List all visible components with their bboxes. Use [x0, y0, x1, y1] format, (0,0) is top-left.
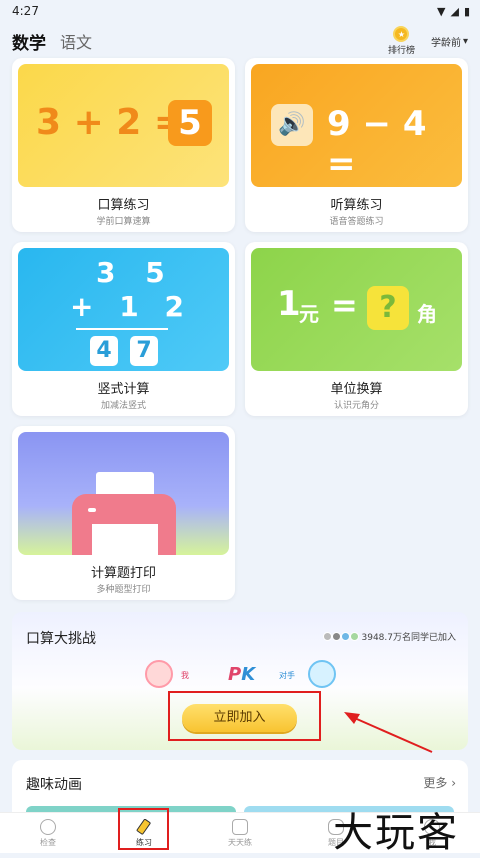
card-subtitle: 认识元角分 [333, 401, 379, 411]
vertical-mid: + 1 2 [70, 290, 192, 323]
unit-jiao: 角 [417, 302, 437, 326]
camera-icon [40, 818, 56, 835]
card-title: 计算题打印 [90, 566, 156, 581]
card-subtitle: 多种题型打印 [96, 585, 151, 595]
status-icons: ▼ ◢ ▮ [437, 5, 470, 18]
unit-left: 1 [277, 284, 301, 324]
me-label: 我 [181, 671, 189, 680]
listen-calc-equation: 9 − 4 = [327, 104, 427, 184]
tab-chinese[interactable]: 语文 [60, 29, 92, 53]
unit-convert-art: 1 元 = ? 角 [251, 248, 462, 371]
check-icon [232, 818, 248, 835]
vertical-answer-2: 7 [130, 336, 158, 366]
chevron-down-icon: ▾ [462, 35, 468, 47]
challenge-count-text: 3948.7万名同学已加入 [361, 633, 457, 643]
mini-avatar [340, 632, 350, 641]
oral-calc-equation: 3 + 2 = [36, 102, 185, 143]
opponent-label: 对手 [279, 671, 295, 680]
nav-item-check[interactable]: 检查 [0, 813, 96, 853]
vertical-answer-1: 4 [90, 336, 118, 366]
nav-item-daily[interactable]: 天天练 [192, 813, 288, 853]
annotation-arrow-icon [344, 712, 433, 753]
rank-button[interactable]: ★ 排行榜 [388, 26, 415, 56]
card-oral-calc[interactable]: 3 + 2 = 5 口算练习 学前口算速算 [12, 58, 235, 232]
signal-icon: ◢ [450, 4, 459, 18]
animation-title: 趣味动画 [26, 777, 82, 793]
nav-label: 检查 [40, 837, 56, 847]
wifi-icon: ▼ [437, 4, 446, 18]
printer-light [88, 508, 96, 512]
unit-eq: = [331, 286, 358, 324]
top-bar: 数学 语文 ★ 排行榜 学龄前 ▾ [0, 24, 480, 58]
card-subtitle: 语音答题练习 [329, 217, 384, 227]
oral-calc-art: 3 + 2 = 5 [18, 64, 229, 187]
card-unit-convert[interactable]: 1 元 = ? 角 单位换算 认识元角分 [245, 242, 468, 416]
status-bar: 4:27 ▼ ◢ ▮ [0, 0, 480, 22]
challenge-title: 口算大挑战 [26, 631, 96, 647]
pk-label: PK [228, 664, 255, 685]
status-time: 4:27 [12, 4, 39, 18]
nav-label: 天天练 [228, 837, 252, 847]
listen-calc-art: 🔊 9 − 4 = [251, 64, 462, 187]
speaker-icon: 🔊 [271, 104, 313, 146]
mini-avatar [331, 632, 341, 641]
battery-icon: ▮ [463, 4, 470, 18]
practice-nav-highlight [118, 808, 169, 850]
rank-label: 排行榜 [387, 46, 415, 56]
animation-more-link[interactable]: 更多 › [423, 774, 456, 791]
my-avatar [145, 660, 173, 688]
print-art [18, 432, 229, 555]
card-title: 听算练习 [330, 198, 383, 213]
grade-selector[interactable]: 学龄前 ▾ [431, 34, 468, 49]
card-subtitle: 学前口算速算 [96, 217, 151, 227]
grade-label: 学龄前 [430, 37, 461, 49]
medal-icon: ★ [393, 26, 410, 42]
card-title: 单位换算 [330, 382, 383, 397]
card-subtitle: 加减法竖式 [100, 401, 146, 411]
oral-calc-answer: 5 [168, 100, 212, 146]
vertical-top: 3 5 [96, 256, 175, 289]
challenge-count: 3948.7万名同学已加入 [322, 630, 457, 643]
tab-math[interactable]: 数学 [12, 29, 46, 54]
pk-k: K [241, 664, 256, 685]
card-vertical-calc[interactable]: 3 5 + 1 2 4 7 竖式计算 加减法竖式 [12, 242, 235, 416]
mini-avatar [349, 632, 359, 641]
join-button-highlight [168, 691, 321, 741]
card-print[interactable]: 计算题打印 多种题型打印 [12, 426, 235, 600]
opponent-avatar [308, 660, 336, 688]
card-title: 竖式计算 [97, 382, 150, 397]
pk-p: P [228, 664, 242, 685]
card-title: 口算练习 [97, 198, 150, 213]
card-listen-calc[interactable]: 🔊 9 − 4 = 听算练习 语音答题练习 [245, 58, 468, 232]
unit-yuan: 元 [299, 302, 319, 326]
unit-question: ? [367, 286, 409, 330]
printer-output [92, 524, 158, 555]
mini-avatar [322, 632, 332, 641]
watermark: 大玩客 [333, 810, 459, 856]
vertical-line [76, 328, 168, 330]
vertical-calc-art: 3 5 + 1 2 4 7 [18, 248, 229, 371]
